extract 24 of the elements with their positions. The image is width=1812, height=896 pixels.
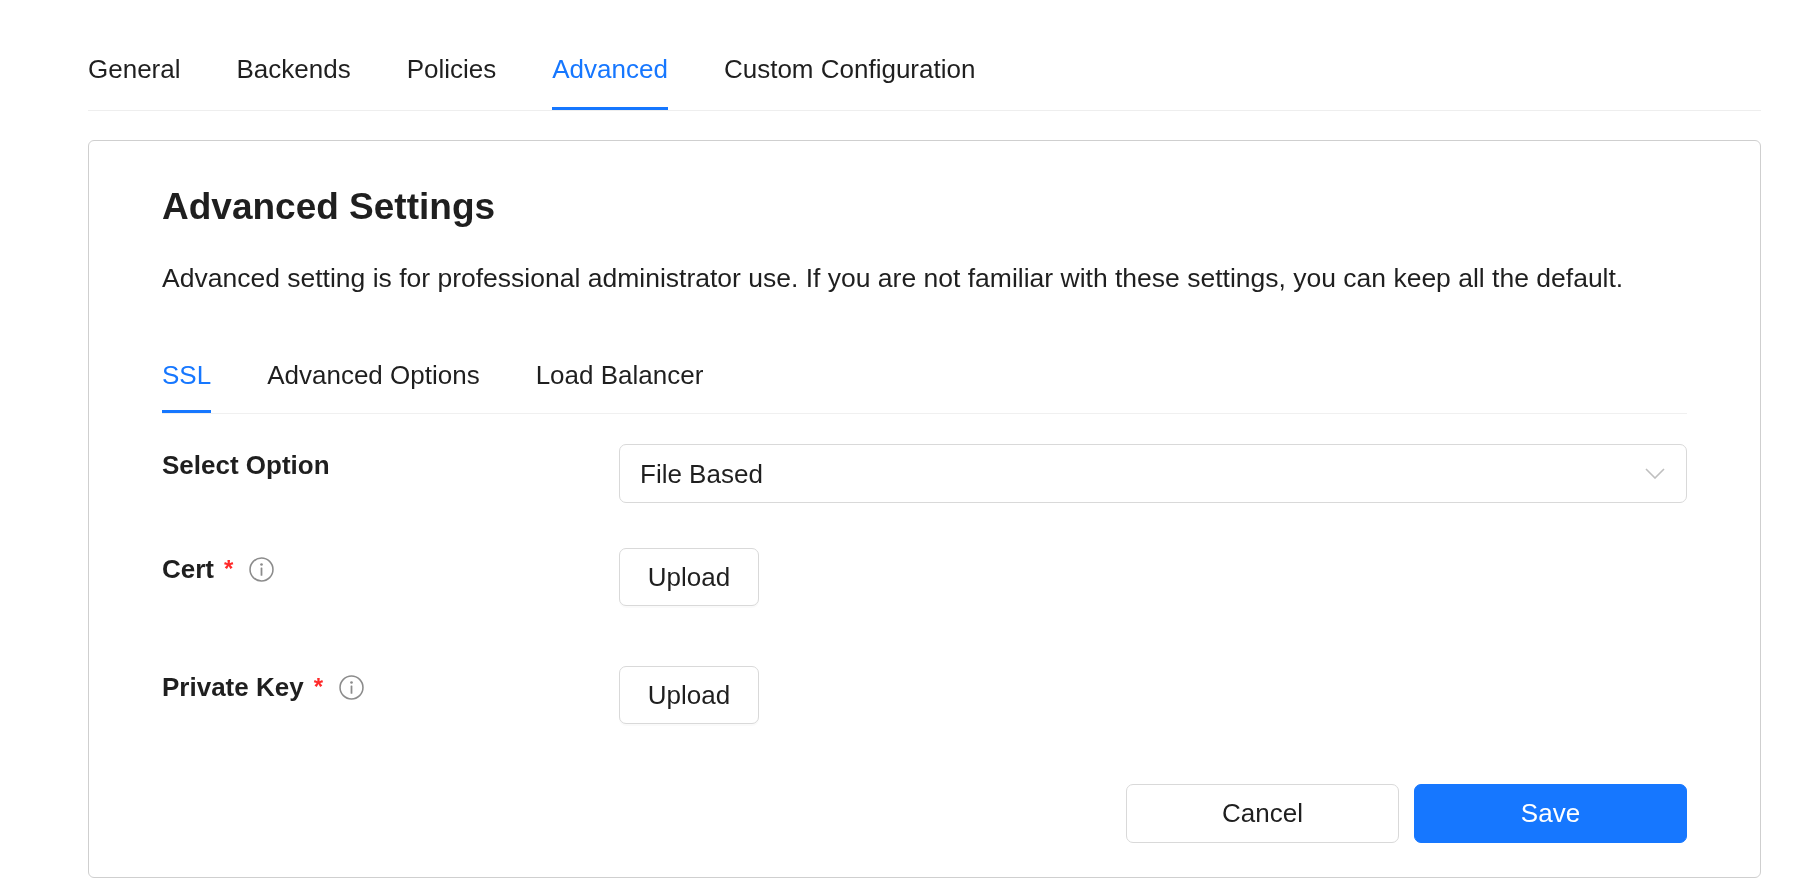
info-icon[interactable] bbox=[249, 556, 275, 582]
field-label: Private Key bbox=[162, 671, 304, 704]
info-icon[interactable] bbox=[339, 674, 364, 700]
secondary-button[interactable]: Cancel bbox=[1126, 784, 1399, 843]
required-mark: * bbox=[313, 672, 323, 702]
required-mark: * bbox=[224, 554, 234, 584]
field-label: Select Option bbox=[162, 449, 330, 482]
tab[interactable]: General bbox=[88, 52, 181, 110]
upload-button[interactable]: Upload bbox=[619, 548, 759, 606]
tab[interactable]: Advanced bbox=[552, 52, 668, 110]
select-value: File Based bbox=[640, 457, 763, 491]
field-label: Cert bbox=[162, 553, 214, 586]
tab[interactable]: Custom Configuration bbox=[723, 52, 976, 110]
select-field[interactable]: File Based bbox=[619, 444, 1687, 503]
tab[interactable]: Load Balancer bbox=[535, 358, 704, 413]
section-title: Advanced Settings bbox=[162, 185, 497, 229]
tab[interactable]: SSL bbox=[162, 358, 212, 413]
chevron-down-icon bbox=[1645, 468, 1665, 479]
tab[interactable]: Backends bbox=[236, 52, 351, 110]
section-description: Advanced setting is for professional administrator use. If you are not familiar with these settings, you can keep all the default. bbox=[162, 262, 1625, 295]
tab[interactable]: Advanced Options bbox=[267, 358, 480, 413]
tab[interactable]: Policies bbox=[406, 52, 497, 110]
upload-button[interactable]: Upload bbox=[619, 666, 759, 724]
primary-button[interactable]: Save bbox=[1414, 784, 1687, 843]
